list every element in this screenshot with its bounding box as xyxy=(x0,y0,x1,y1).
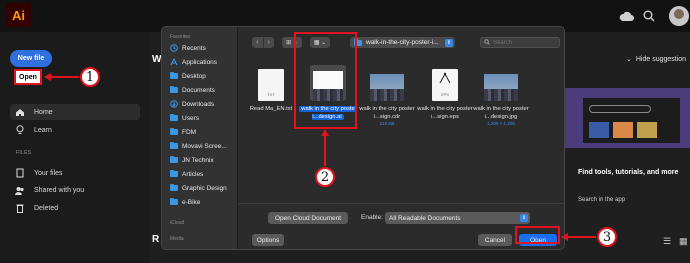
step-callout: 1 xyxy=(80,67,100,87)
step-callout: 3 xyxy=(597,227,617,247)
annotation-arrows xyxy=(44,73,596,241)
step-callout: 2 xyxy=(315,167,335,187)
